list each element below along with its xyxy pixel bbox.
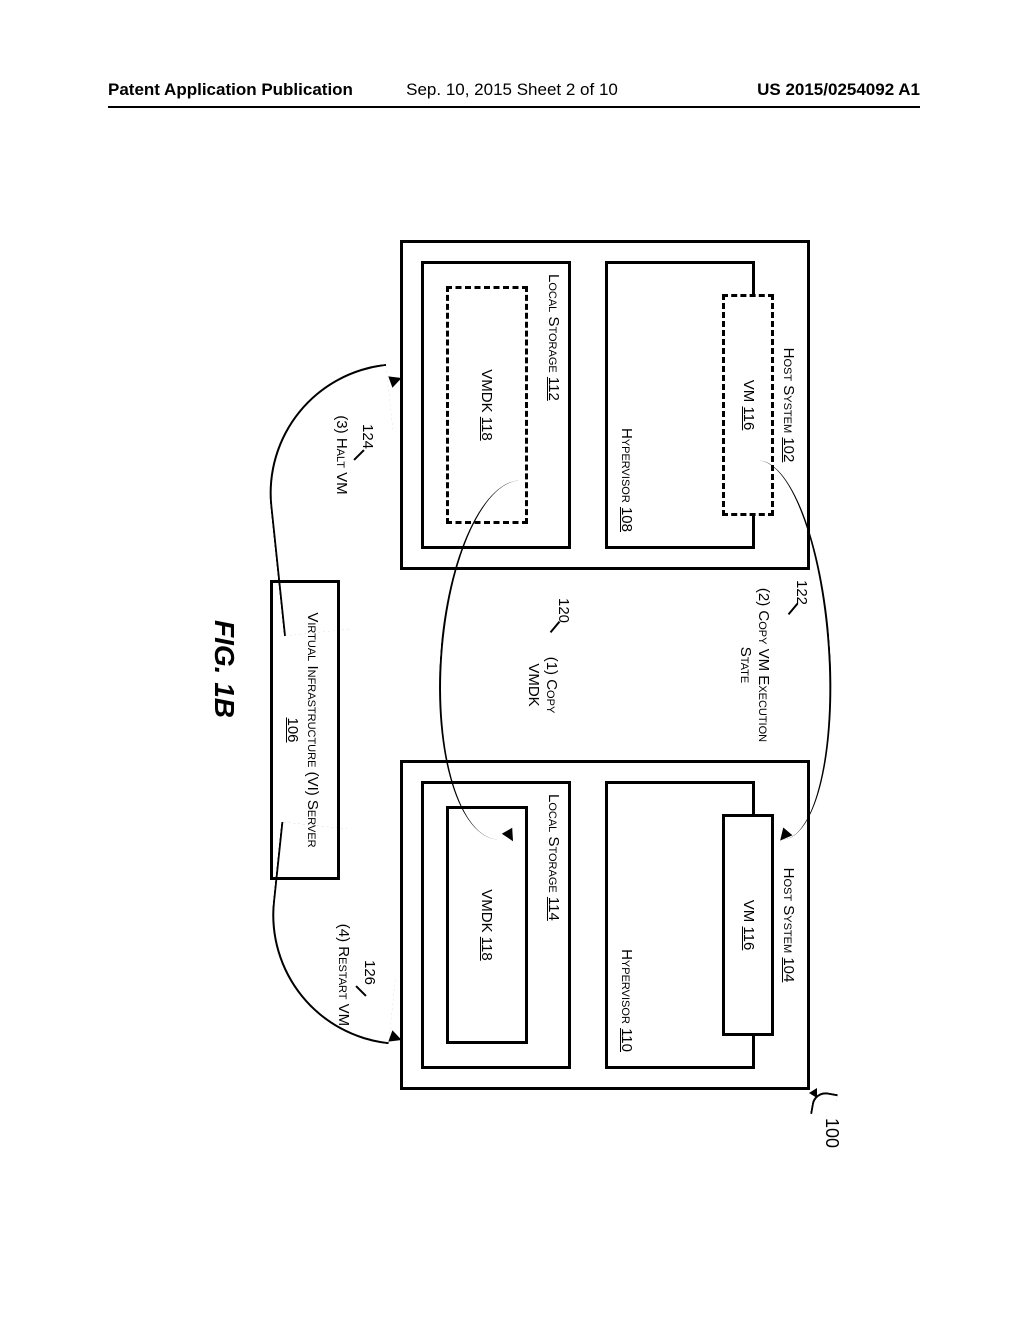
label-halt-vm: (3) Halt VM (332, 390, 350, 520)
ref-100-arrowhead (809, 1088, 817, 1098)
vmdk-dest: VMDK 118 (446, 806, 528, 1044)
label-copy-vmdk: (1) Copy VMDK (524, 635, 560, 735)
header-rule (108, 106, 920, 108)
vmdk-dest-ref: 118 (478, 937, 495, 961)
hypervisor-dest: Hypervisor 110 VM 116 (605, 781, 755, 1069)
ref-122: 122 (792, 580, 810, 605)
header-pub-number: US 2015/0254092 A1 (757, 80, 920, 100)
local-storage-dest-ref: 114 (545, 897, 562, 921)
figure-canvas: 100 Host System 102 Hypervisor 108 VM 11… (170, 180, 850, 1180)
figure-1b: 100 Host System 102 Hypervisor 108 VM 11… (10, 340, 1010, 1020)
vi-server-text: Virtual Infrastructure (VI) Server (304, 612, 321, 847)
hypervisor-source-label: Hypervisor 108 (618, 428, 635, 532)
hypervisor-source-ref: 108 (618, 507, 635, 532)
vmdk-source-text: VMDK (478, 369, 495, 412)
label-restart-vm: (4) Restart VM (334, 900, 352, 1050)
vi-server-ref: 106 (284, 717, 301, 742)
vm-dest-ref: 116 (740, 926, 757, 950)
hypervisor-source-text: Hypervisor (618, 428, 635, 503)
page: Patent Application Publication Sep. 10, … (0, 0, 1024, 1320)
hypervisor-dest-ref: 110 (618, 1028, 635, 1052)
hypervisor-dest-text: Hypervisor (618, 949, 635, 1024)
local-storage-dest-text: Local Storage (545, 794, 562, 893)
figure-label: FIG. 1B (208, 620, 240, 718)
host-dest-title-text: Host System (780, 868, 797, 954)
local-storage-source-ref: 112 (545, 377, 562, 401)
host-source-title-ref: 102 (780, 437, 797, 462)
ref-124: 124 (358, 424, 376, 449)
host-source-title-text: Host System (780, 348, 797, 434)
ref-126: 126 (360, 960, 378, 985)
vm-dest-text: VM (740, 900, 757, 923)
vmdk-source-ref: 118 (478, 417, 495, 441)
ref-100: 100 (821, 1118, 842, 1148)
label-copy-vm-state: (2) Copy VM Execution State (736, 580, 772, 750)
host-dest-title-ref: 104 (780, 957, 797, 982)
ref-120: 120 (554, 598, 572, 623)
vmdk-dest-text: VMDK (478, 889, 495, 932)
local-storage-dest-label: Local Storage 114 (545, 794, 562, 921)
vm-source-ref: 116 (740, 406, 757, 430)
hypervisor-dest-label: Hypervisor 110 (618, 949, 635, 1052)
vm-dest: VM 116 (722, 814, 774, 1036)
local-storage-source-label: Local Storage 112 (545, 274, 562, 401)
vm-source-text: VM (740, 380, 757, 403)
local-storage-source-text: Local Storage (545, 274, 562, 373)
